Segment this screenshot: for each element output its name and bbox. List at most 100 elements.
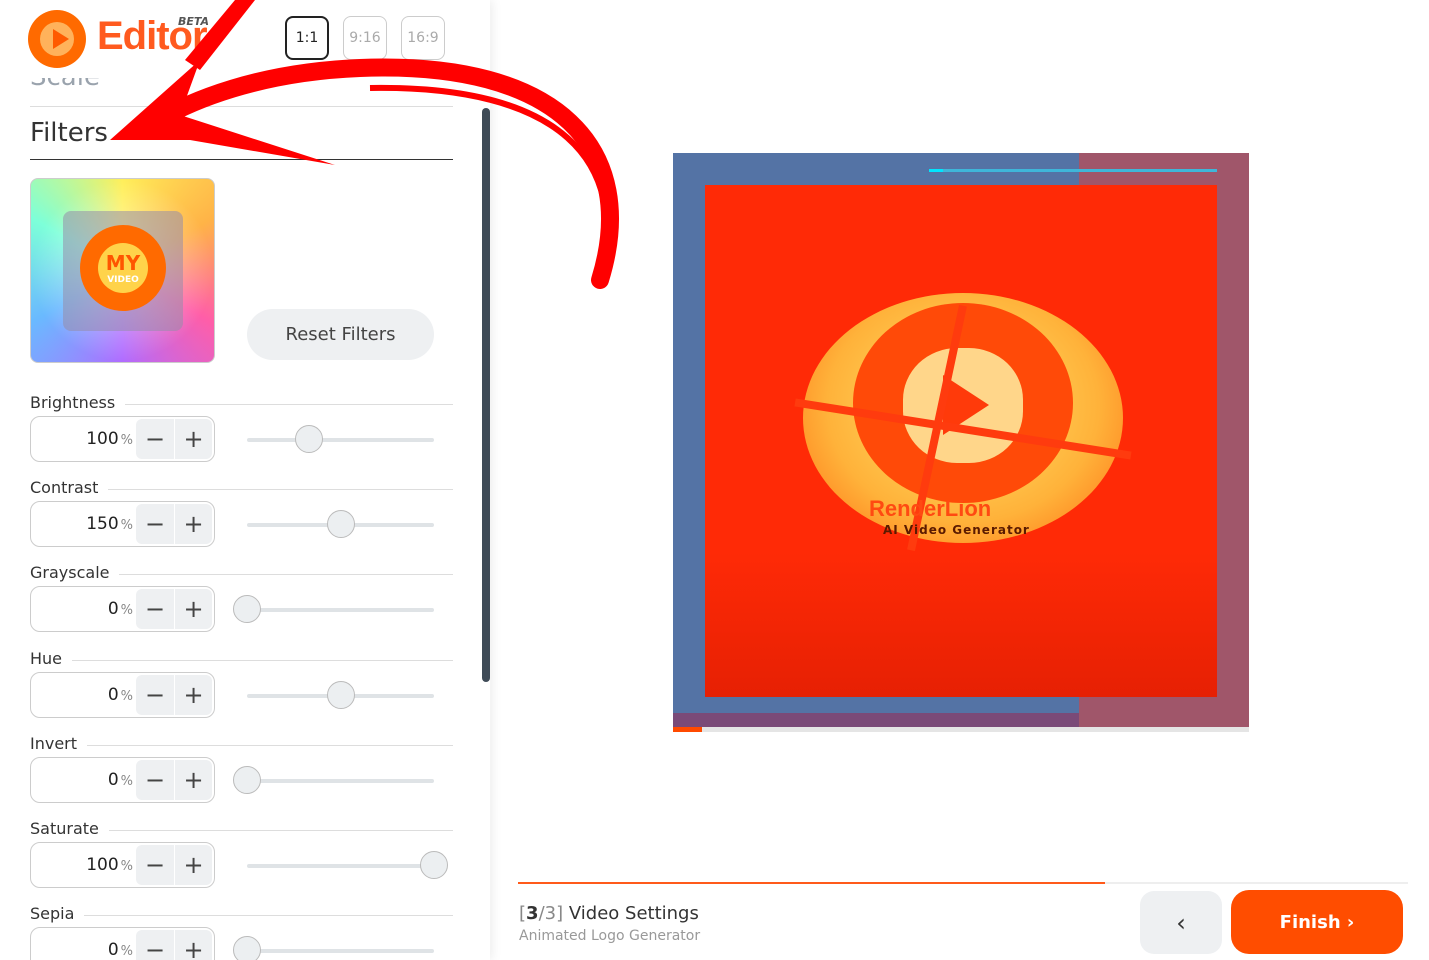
slider-thumb[interactable] xyxy=(233,766,261,794)
decrement-button[interactable]: − xyxy=(136,760,174,800)
increment-button[interactable]: + xyxy=(174,675,212,715)
filter-stepper: 150% − + xyxy=(30,501,215,547)
decrement-button[interactable]: − xyxy=(136,675,174,715)
filter-value: 100 xyxy=(86,855,119,875)
filter-value-field[interactable]: 100% xyxy=(31,843,133,887)
decrement-button[interactable]: − xyxy=(136,845,174,885)
filter-value: 0 xyxy=(107,940,119,960)
slider-thumb[interactable] xyxy=(233,936,261,960)
increment-button[interactable]: + xyxy=(174,845,212,885)
video-preview: RenderLion AI Video Generator xyxy=(673,153,1249,727)
filters-underline xyxy=(30,159,453,160)
my-video-logo-icon: MY VIDEO xyxy=(80,225,166,311)
filter-value: 0 xyxy=(107,770,119,790)
ratio-9-16-button[interactable]: 9:16 xyxy=(343,16,387,60)
preview-brand-tagline: AI Video Generator xyxy=(883,523,1030,537)
ratio-1-1-button[interactable]: 1:1 xyxy=(285,16,329,60)
preview-grass xyxy=(705,553,1217,697)
lion-logo-icon xyxy=(28,10,86,68)
increment-button[interactable]: + xyxy=(174,760,212,800)
filter-unit: % xyxy=(120,774,133,789)
back-button[interactable]: ‹ xyxy=(1140,891,1222,954)
filter-stepper: 0% − + xyxy=(30,927,215,960)
filter-stepper: 0% − + xyxy=(30,586,215,632)
play-icon xyxy=(53,29,69,49)
filter-label: Hue xyxy=(30,649,73,668)
step-subtitle: Animated Logo Generator xyxy=(519,928,701,944)
filter-unit: % xyxy=(120,518,133,533)
editor-sidebar: Filters MY VIDEO Reset Filters Brightnes… xyxy=(0,0,490,960)
decrement-button[interactable]: − xyxy=(136,504,174,544)
sidebar-scrollbar[interactable] xyxy=(482,108,490,682)
filter-value-field[interactable]: 100% xyxy=(31,417,133,461)
increment-button[interactable]: + xyxy=(174,930,212,960)
increment-button[interactable]: + xyxy=(174,419,212,459)
filter-divider xyxy=(30,660,453,661)
preview-top-progress xyxy=(929,169,1217,172)
filter-unit: % xyxy=(120,944,133,959)
chevron-right-icon: › xyxy=(1346,911,1355,933)
filter-label: Grayscale xyxy=(30,563,120,582)
slider-thumb[interactable] xyxy=(327,681,355,709)
finish-label: Finish xyxy=(1279,911,1341,933)
divider xyxy=(30,106,453,107)
filter-slider[interactable] xyxy=(233,595,434,623)
bracket: [ xyxy=(519,903,527,924)
filter-label: Sepia xyxy=(30,904,85,923)
filter-slider[interactable] xyxy=(247,510,434,538)
filter-unit: % xyxy=(120,603,133,618)
filter-value-field[interactable]: 0% xyxy=(31,758,133,802)
filter-value-field[interactable]: 0% xyxy=(31,928,133,960)
step-name: Video Settings xyxy=(568,903,699,924)
decrement-button[interactable]: − xyxy=(136,930,174,960)
filter-slider[interactable] xyxy=(247,681,434,709)
decrement-button[interactable]: − xyxy=(136,419,174,459)
bracket: ] xyxy=(556,903,564,924)
decrement-button[interactable]: − xyxy=(136,589,174,629)
filter-unit: % xyxy=(120,689,133,704)
filters-heading: Filters xyxy=(30,118,108,148)
filter-value: 150 xyxy=(86,514,119,534)
finish-button[interactable]: Finish › xyxy=(1231,890,1403,954)
wizard-progress-fill xyxy=(518,882,1106,884)
filter-slider[interactable] xyxy=(233,936,434,960)
filter-slider[interactable] xyxy=(233,766,434,794)
beta-badge: BETA xyxy=(178,15,210,28)
filter-value-field[interactable]: 0% xyxy=(31,673,133,717)
ratio-16-9-button[interactable]: 16:9 xyxy=(401,16,445,60)
playback-progress-fill xyxy=(673,727,702,732)
slider-thumb[interactable] xyxy=(420,851,448,879)
preview-top-progress-fill xyxy=(929,169,943,172)
filter-slider[interactable] xyxy=(247,425,434,453)
filter-stepper: 0% − + xyxy=(30,672,215,718)
step-current: 3 xyxy=(526,903,539,924)
filter-value: 0 xyxy=(107,685,119,705)
filter-stepper: 100% − + xyxy=(30,842,215,888)
slider-thumb[interactable] xyxy=(233,595,261,623)
app-root: Filters MY VIDEO Reset Filters Brightnes… xyxy=(0,0,1429,960)
thumb-text-top: MY xyxy=(105,251,141,275)
filter-value: 0 xyxy=(107,599,119,619)
filter-slider[interactable] xyxy=(247,851,448,879)
filter-preview-thumbnail: MY VIDEO xyxy=(30,178,215,363)
preview-brand-name: RenderLion xyxy=(869,496,992,521)
reset-filters-button[interactable]: Reset Filters xyxy=(247,309,434,360)
playback-progress[interactable] xyxy=(673,727,1249,732)
filter-stepper: 0% − + xyxy=(30,757,215,803)
slider-thumb[interactable] xyxy=(327,510,355,538)
increment-button[interactable]: + xyxy=(174,589,212,629)
filter-value-field[interactable]: 150% xyxy=(31,502,133,546)
filter-label: Brightness xyxy=(30,393,126,412)
step-total: 3 xyxy=(544,903,557,924)
slider-thumb[interactable] xyxy=(295,425,323,453)
filter-unit: % xyxy=(120,433,133,448)
sidebar-scroll-area[interactable]: Filters MY VIDEO Reset Filters Brightnes… xyxy=(0,78,490,960)
filter-unit: % xyxy=(120,859,133,874)
thumb-text-bottom: VIDEO xyxy=(107,275,139,285)
filter-stepper: 100% − + xyxy=(30,416,215,462)
filter-value-field[interactable]: 0% xyxy=(31,587,133,631)
wizard-progress xyxy=(518,882,1408,884)
increment-button[interactable]: + xyxy=(174,504,212,544)
filter-divider xyxy=(30,915,453,916)
filter-value: 100 xyxy=(86,429,119,449)
